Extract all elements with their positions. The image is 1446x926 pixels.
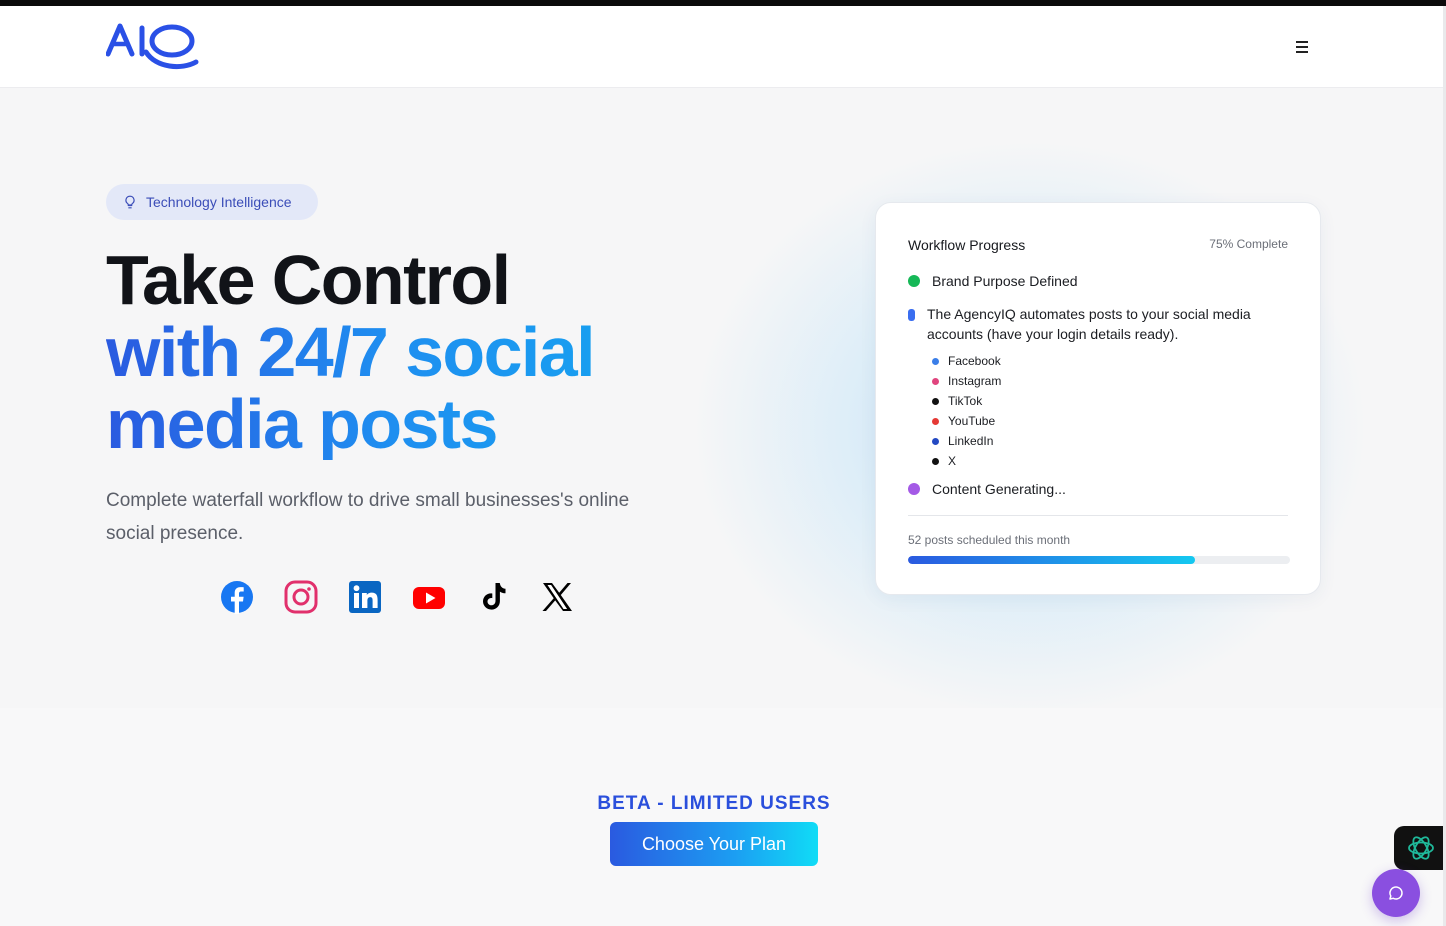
platform-name: Facebook [948, 354, 1001, 368]
list-item: X [932, 451, 1001, 471]
ai-assistant-widget[interactable] [1394, 826, 1446, 870]
lightbulb-icon [125, 195, 135, 209]
category-badge: Technology Intelligence [106, 184, 318, 220]
openai-icon [1408, 836, 1434, 860]
platform-name: YouTube [948, 414, 996, 428]
hero-section: Technology Intelligence Take Control wit… [0, 88, 1446, 708]
social-icons-row [220, 580, 574, 614]
headline-line-2: with 24/7 social [106, 316, 726, 388]
platform-name: TikTok [948, 394, 983, 408]
workflow-progress-card: Workflow Progress 75% Complete Brand Pur… [875, 202, 1321, 595]
step-label: The AgencyIQ automates posts to your soc… [927, 306, 1251, 342]
platform-name: Instagram [948, 374, 1002, 388]
workflow-step-content: Content Generating... [908, 481, 1066, 497]
youtube-icon[interactable] [412, 580, 446, 614]
workflow-title: Workflow Progress [908, 237, 1026, 253]
list-item: Instagram [932, 371, 1001, 391]
platform-dot [932, 417, 939, 425]
platform-dot [932, 397, 939, 405]
card-divider [908, 515, 1288, 516]
platform-list: Facebook Instagram TikTok YouTube Linked… [932, 351, 1001, 471]
linkedin-icon[interactable] [348, 580, 382, 614]
workflow-step-brand: Brand Purpose Defined [908, 273, 1078, 289]
platform-name: X [948, 454, 957, 468]
instagram-icon[interactable] [284, 580, 318, 614]
platform-dot [932, 457, 939, 465]
platform-dot [932, 437, 939, 445]
site-header [0, 6, 1446, 88]
hamburger-menu-icon[interactable] [1290, 36, 1314, 58]
aiq-logo[interactable] [105, 22, 200, 72]
step-status-dot [908, 275, 920, 287]
chat-button[interactable] [1372, 869, 1420, 917]
platform-name: LinkedIn [948, 434, 994, 448]
step-status-dot [908, 309, 915, 321]
facebook-icon[interactable] [220, 580, 254, 614]
list-item: LinkedIn [932, 431, 1001, 451]
platform-dot [932, 357, 939, 365]
headline-line-3: media posts [106, 388, 726, 460]
workflow-step-automate: The AgencyIQ automates posts to your soc… [908, 304, 1298, 344]
step-label: Content Generating... [932, 481, 1066, 497]
list-item: YouTube [932, 411, 1001, 431]
list-item: Facebook [932, 351, 1001, 371]
hero-headline: Take Control with 24/7 social media post… [106, 244, 726, 460]
chat-bubble-icon [1389, 886, 1403, 900]
choose-plan-button[interactable]: Choose Your Plan [610, 822, 818, 866]
badge-label: Technology Intelligence [146, 194, 292, 210]
step-label: Brand Purpose Defined [932, 273, 1078, 289]
x-icon[interactable] [540, 580, 574, 614]
posts-scheduled-text: 52 posts scheduled this month [908, 533, 1071, 547]
step-status-dot [908, 483, 920, 495]
posts-progress-bar [908, 556, 1290, 564]
list-item: TikTok [932, 391, 1001, 411]
platform-dot [932, 377, 939, 385]
workflow-completion: 75% Complete [1209, 237, 1288, 251]
posts-progress-fill [908, 556, 1195, 564]
headline-line-1: Take Control [106, 241, 511, 319]
tiktok-icon[interactable] [476, 580, 510, 614]
hero-subtext: Complete waterfall workflow to drive sma… [106, 490, 630, 544]
beta-label: BETA - LIMITED USERS [597, 793, 831, 814]
